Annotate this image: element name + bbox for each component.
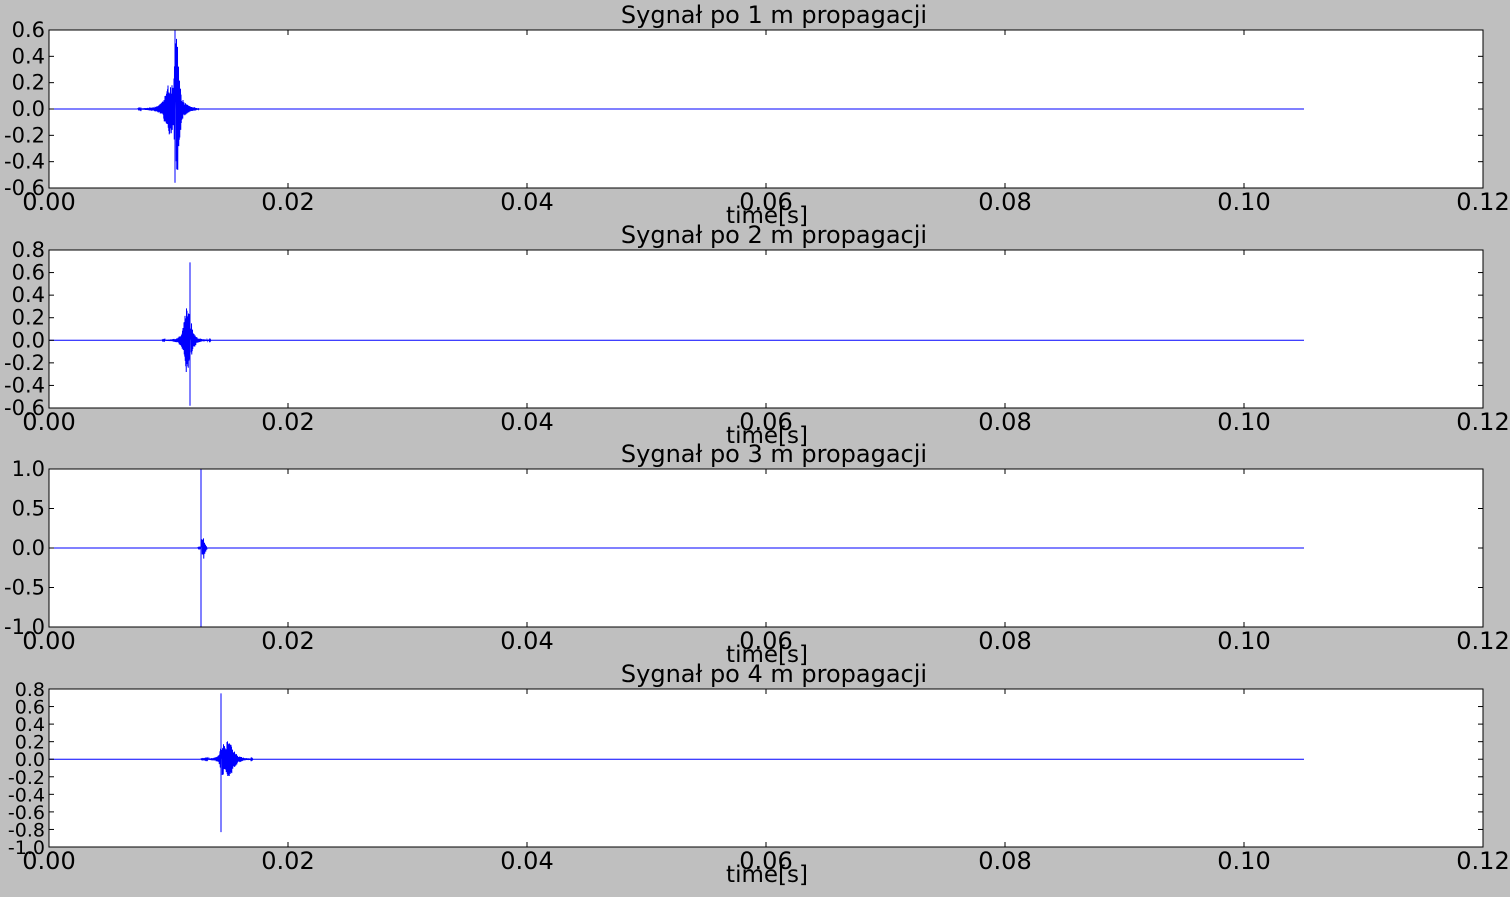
x-tick-label: 0.02 <box>261 408 314 436</box>
x-tick-label: 0.08 <box>978 408 1031 436</box>
y-tick-label: -0.4 <box>4 150 45 174</box>
subplot-3: 0.00 0.02 0.04 0.06 0.08 0.10 0.12-1.0-0.50.00… <box>4 440 1510 668</box>
x-tick-label: 0.02 <box>261 847 314 875</box>
y-tick-label: 0.8 <box>15 679 45 701</box>
x-tick-label: 0.10 <box>1217 408 1270 436</box>
x-tick-label: 0.12 <box>1456 408 1509 436</box>
x-tick-label: 0.08 <box>978 627 1031 655</box>
x-tick-label: 0.10 <box>1217 847 1270 875</box>
chart-title: Sygnał po 1 m propagacji <box>621 1 927 29</box>
y-tick-label: 0.2 <box>12 306 45 330</box>
y-tick-label: 1.0 <box>12 457 45 481</box>
x-tick-label: 0.08 <box>978 188 1031 216</box>
y-tick-label: 0.6 <box>12 261 45 285</box>
y-tick-label: 0.4 <box>12 283 45 307</box>
y-tick-label: 0.0 <box>12 97 45 121</box>
x-tick-label: 0.12 <box>1456 188 1509 216</box>
x-tick-label: 0.04 <box>500 627 553 655</box>
y-tick-label: -0.5 <box>4 576 45 600</box>
y-tick-label: 0.6 <box>12 18 45 42</box>
subplot-2: 0.00 0.02 0.04 0.06 0.08 0.10 0.12-0.6-0.4-0.2… <box>4 221 1510 449</box>
x-tick-label: 0.08 <box>978 847 1031 875</box>
plot-area <box>49 689 1483 847</box>
x-tick-label: 0.10 <box>1217 627 1270 655</box>
y-tick-label: -0.6 <box>4 176 45 200</box>
y-tick-label: 0.0 <box>12 536 45 560</box>
x-tick-label: 0.12 <box>1456 627 1509 655</box>
y-tick-label: 0.2 <box>12 71 45 95</box>
y-tick-label: 0.5 <box>12 497 45 521</box>
figure: 0.00 0.02 0.04 0.06 0.08 0.10 0.12-0.6-0.4-0.2… <box>4 1 1510 888</box>
x-tick-label: 0.10 <box>1217 188 1270 216</box>
x-tick-label: 0.04 <box>500 188 553 216</box>
y-tick-label: 0.0 <box>12 328 45 352</box>
y-tick-label: -0.2 <box>4 351 45 375</box>
subplot-4: 0.00 0.02 0.04 0.06 0.08 0.10 0.12-1.0-0.8-0.6… <box>8 660 1510 888</box>
x-tick-label: 0.04 <box>500 847 553 875</box>
y-tick-label: -0.4 <box>4 373 45 397</box>
y-tick-label: 0.8 <box>12 238 45 262</box>
y-tick-label: -0.2 <box>4 123 45 147</box>
chart-title: Sygnał po 3 m propagacji <box>621 440 927 468</box>
x-tick-label: 0.12 <box>1456 847 1509 875</box>
y-tick-label: -0.6 <box>4 396 45 420</box>
plot-area <box>49 250 1483 408</box>
chart-title: Sygnał po 4 m propagacji <box>621 660 927 688</box>
subplot-1: 0.00 0.02 0.04 0.06 0.08 0.10 0.12-0.6-0.4-0.2… <box>4 1 1510 229</box>
y-tick-label: -1.0 <box>4 615 45 639</box>
x-axis-label: time[s] <box>726 862 808 888</box>
y-tick-label: 0.4 <box>12 44 45 68</box>
chart-title: Sygnał po 2 m propagacji <box>621 221 927 249</box>
x-tick-label: 0.04 <box>500 408 553 436</box>
x-tick-label: 0.02 <box>261 627 314 655</box>
x-tick-label: 0.02 <box>261 188 314 216</box>
